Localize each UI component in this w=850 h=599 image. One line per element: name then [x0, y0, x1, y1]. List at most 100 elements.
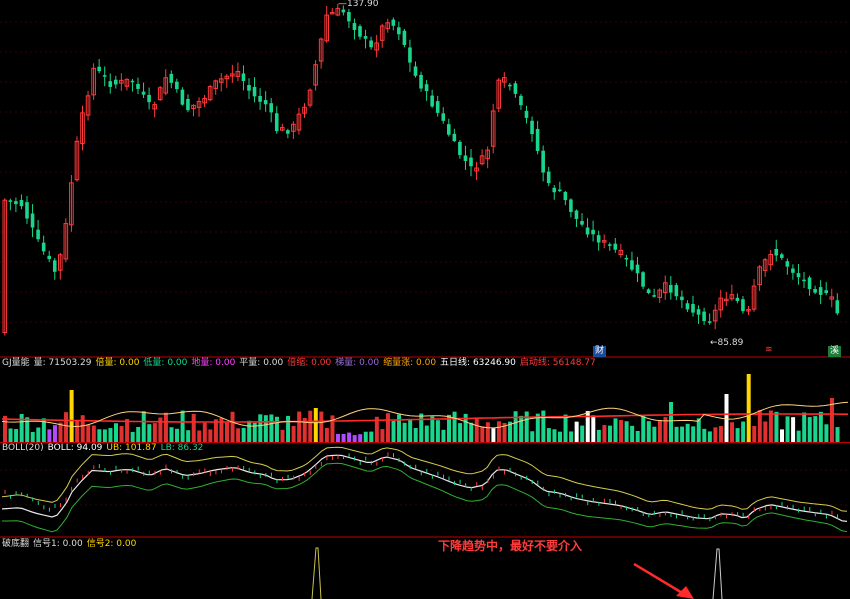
volume-bar — [491, 428, 496, 442]
volume-bar — [741, 421, 746, 442]
candle — [58, 253, 63, 280]
candle — [524, 105, 529, 124]
candle — [546, 166, 551, 187]
candle — [613, 238, 618, 253]
candle-body — [263, 100, 268, 105]
volume-bar — [424, 425, 429, 442]
candle — [474, 161, 479, 181]
volume-bar — [674, 426, 679, 442]
candle-body — [580, 221, 584, 225]
volume-bar — [757, 410, 762, 442]
candle — [768, 249, 774, 271]
candle — [541, 145, 545, 182]
candle — [391, 17, 396, 31]
candle — [329, 7, 335, 15]
volume-bar — [308, 410, 313, 442]
volume-bar — [746, 374, 751, 442]
boll-upper-line — [1, 446, 848, 512]
candle — [263, 91, 268, 112]
candle-body — [535, 128, 540, 151]
candle-body — [169, 73, 174, 83]
volume-bars[interactable] — [3, 374, 840, 442]
volume-bar — [86, 424, 91, 442]
candle — [496, 78, 502, 113]
candle — [485, 146, 490, 169]
volume-bar — [441, 429, 446, 442]
price-candles[interactable] — [2, 4, 840, 336]
volume-stat-4: 地量: 0.00 — [191, 358, 236, 368]
candle-body — [591, 229, 595, 235]
volume-bar — [641, 415, 646, 442]
signal-indicator-header: 破底翻 信号1: 0.00 信号2: 0.00 — [2, 539, 136, 550]
candle-body — [458, 141, 462, 156]
candle — [607, 242, 612, 251]
volume-bar — [136, 426, 141, 442]
candle-body — [552, 187, 557, 193]
candle — [835, 293, 840, 316]
volume-stat-0: GJ量能 — [2, 358, 30, 368]
candle-body — [14, 201, 18, 205]
candle-body — [452, 133, 457, 142]
flag-marker[interactable]: ≋ — [763, 345, 775, 356]
volume-bar — [186, 430, 191, 442]
candle — [696, 305, 701, 324]
volume-bar — [646, 421, 651, 442]
arrow-shaft — [633, 562, 685, 596]
candle-body — [807, 277, 812, 289]
signal-stat-0: 破底翻 — [2, 539, 30, 549]
special-marker[interactable]: 溪 — [828, 346, 842, 357]
low-price-label: ←85.89 — [710, 338, 744, 348]
volume-bar — [64, 412, 69, 442]
candle-body — [363, 36, 368, 39]
volume-bar — [780, 429, 784, 442]
candle — [508, 82, 512, 91]
candle-body — [546, 171, 551, 184]
volume-bar — [141, 411, 146, 442]
volume-bar — [519, 415, 524, 442]
finance-marker[interactable]: 财 — [593, 346, 607, 357]
volume-bar — [230, 411, 235, 442]
candle — [630, 251, 634, 272]
candle — [180, 87, 185, 106]
volume-stat-5: 平量: 0.00 — [239, 358, 284, 368]
candle-body — [36, 229, 40, 240]
volume-bar — [580, 425, 585, 442]
volume-bar — [280, 429, 285, 442]
candle — [458, 140, 462, 159]
candle-body — [424, 84, 429, 92]
candle — [91, 63, 96, 100]
volume-bar — [402, 422, 407, 442]
stock-chart[interactable] — [0, 0, 850, 599]
volume-bar — [336, 433, 340, 442]
candle — [286, 128, 290, 139]
volume-bar — [114, 423, 118, 442]
candle-body — [186, 98, 190, 111]
candle — [385, 18, 391, 33]
volume-bar — [380, 429, 385, 442]
candle — [430, 89, 434, 108]
volume-bar — [241, 427, 246, 442]
volume-bar — [319, 411, 324, 442]
volume-bar — [702, 428, 707, 442]
candle — [374, 34, 379, 58]
signal-stat-2: 信号2: 0.00 — [86, 539, 137, 549]
boll-stat-3: LB: 86.32 — [160, 443, 204, 453]
volume-bar — [485, 422, 490, 442]
candle — [408, 39, 412, 72]
volume-bar — [291, 425, 296, 442]
candle-body — [780, 254, 784, 258]
volume-bar — [97, 429, 102, 442]
volume-bar — [524, 411, 529, 442]
candle-body — [47, 255, 51, 260]
candle — [74, 136, 80, 182]
volume-bar — [30, 431, 35, 442]
candle-body — [574, 210, 579, 219]
volume-bar — [191, 413, 196, 442]
volume-bar — [75, 420, 80, 442]
candle — [785, 258, 790, 275]
volume-bar — [619, 420, 624, 442]
candle-body — [508, 84, 512, 87]
volume-bar — [730, 422, 735, 442]
candle — [413, 61, 418, 78]
candle — [463, 145, 468, 170]
